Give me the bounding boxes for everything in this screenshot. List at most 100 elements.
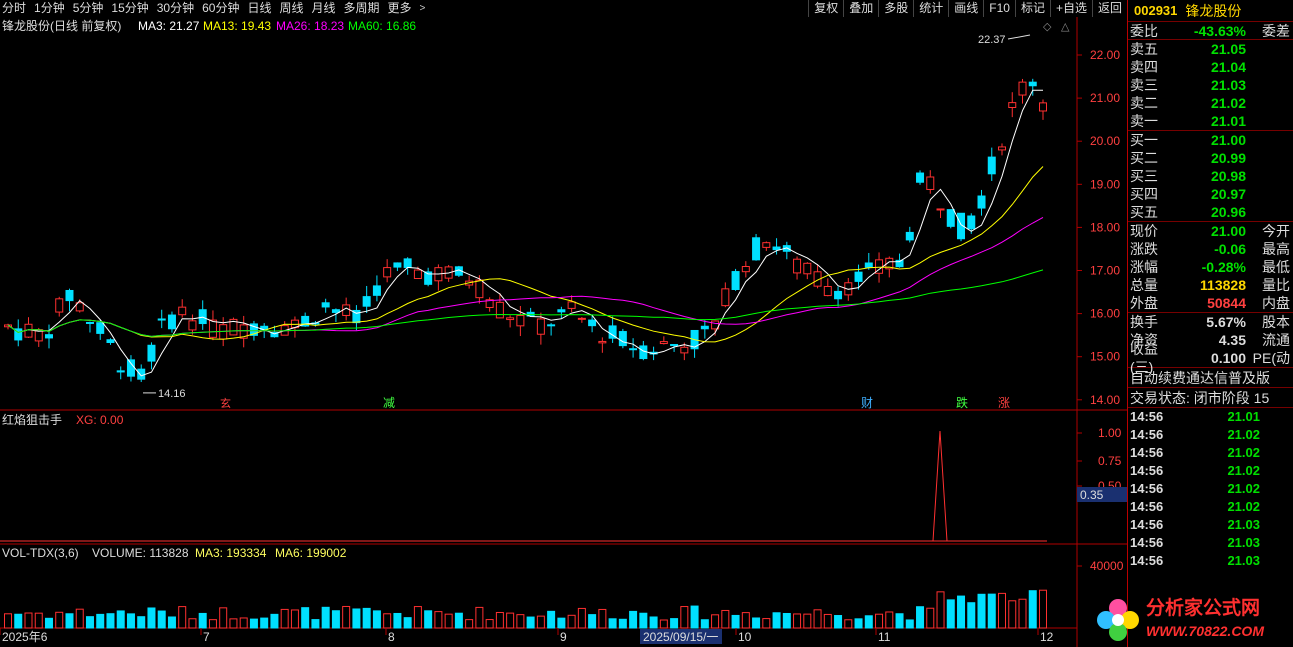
volume-bar bbox=[362, 607, 371, 629]
candle-body bbox=[1039, 102, 1047, 112]
tick-price: 21.02 bbox=[1227, 427, 1260, 442]
volume-bar bbox=[495, 611, 504, 629]
x-tick-label: 7 bbox=[203, 630, 210, 644]
volume-bar bbox=[24, 612, 33, 629]
notice-text[interactable]: 自动续费通达信普及版 bbox=[1128, 368, 1293, 388]
quote-extra-label: 最低 bbox=[1262, 259, 1290, 275]
sell-row: 卖二 21.02 bbox=[1128, 94, 1293, 112]
x-tick-label: 10 bbox=[738, 630, 752, 644]
trade-status: 交易状态: 闭市阶段 15 bbox=[1128, 388, 1293, 408]
volume-bar bbox=[926, 607, 935, 629]
order-label: 卖二 bbox=[1130, 95, 1158, 111]
volume-bar bbox=[352, 608, 361, 629]
candle-body bbox=[598, 340, 607, 344]
period-tab-2[interactable]: 5分钟 bbox=[69, 0, 108, 17]
period-tab-0[interactable]: 分时 bbox=[0, 0, 30, 17]
buy-orders: 买一 21.00 买二 20.99 买三 20.98 买四 20.97 买五 20.96 bbox=[1128, 131, 1293, 222]
period-tab-9[interactable]: 多周期 bbox=[340, 0, 384, 17]
volume-bar bbox=[1039, 589, 1047, 629]
volume-bar bbox=[14, 613, 23, 629]
volume-bar bbox=[1018, 598, 1027, 629]
kline-chart[interactable]: 锋龙股份(日线 前复权) MA3: 21.27 MA13: 19.43 MA26: 1… bbox=[0, 17, 1127, 647]
candle-body bbox=[834, 290, 843, 300]
volume-bar bbox=[249, 618, 258, 629]
ma3-line bbox=[7, 89, 1044, 377]
action-button-4[interactable]: 画线 bbox=[948, 0, 983, 17]
indicator-cursor-value: 0.35 bbox=[1080, 488, 1104, 502]
volume-bar bbox=[967, 602, 976, 629]
date-cursor-label: 2025/09/15/一 bbox=[643, 630, 718, 644]
volume-bar bbox=[208, 619, 217, 629]
weibi-label: 委比 bbox=[1130, 22, 1158, 39]
action-button-5[interactable]: F10 bbox=[983, 0, 1015, 17]
volume-value: VOLUME: 113828 bbox=[92, 546, 189, 560]
action-button-8[interactable]: 返回 bbox=[1091, 0, 1127, 17]
volume-bar bbox=[1008, 600, 1017, 629]
quote-value: 5.67% bbox=[1206, 314, 1246, 330]
volume-bar bbox=[270, 613, 279, 629]
candle-body bbox=[393, 262, 402, 268]
volume-bar bbox=[649, 616, 658, 629]
period-tab-4[interactable]: 30分钟 bbox=[153, 0, 198, 17]
sell-row: 卖一 21.01 bbox=[1128, 112, 1293, 130]
order-label: 卖三 bbox=[1130, 77, 1158, 93]
action-button-6[interactable]: 标记 bbox=[1014, 0, 1050, 17]
action-button-3[interactable]: 统计 bbox=[913, 0, 948, 17]
candle-body bbox=[547, 324, 556, 327]
quote-value: -0.28% bbox=[1201, 259, 1246, 275]
volume-bar bbox=[998, 592, 1007, 629]
indicator-tick-label: 0.75 bbox=[1098, 454, 1122, 468]
tick-price: 21.02 bbox=[1227, 499, 1260, 514]
candle-body bbox=[741, 266, 750, 273]
quote-value: -0.06 bbox=[1214, 241, 1246, 257]
tick-time: 14:56 bbox=[1130, 409, 1164, 424]
volume-bar bbox=[577, 607, 586, 629]
candle-body bbox=[1008, 102, 1017, 108]
stock-name: 锋龙股份 bbox=[1185, 2, 1242, 19]
triangle-icon: △ bbox=[1061, 21, 1070, 33]
quote-row: 涨跌 -0.06 最高 bbox=[1128, 240, 1293, 258]
candle-body bbox=[96, 322, 105, 334]
quote-stats-2: 换手 5.67% 股本 净资 4.35 流通 收益(三) 0.100 PE(动 bbox=[1128, 313, 1293, 375]
tick-time: 14:56 bbox=[1130, 463, 1164, 478]
volume-bar bbox=[188, 618, 197, 629]
more-chevron-icon[interactable]: > bbox=[416, 0, 430, 17]
volume-bar bbox=[516, 614, 525, 629]
period-tab-6[interactable]: 日线 bbox=[243, 0, 275, 17]
ma26-legend: MA26: 18.23 bbox=[276, 19, 344, 33]
candle-body bbox=[383, 267, 392, 278]
sell-orders: 卖五 21.05 卖四 21.04 卖三 21.03 卖二 21.02 卖一 21.01 bbox=[1128, 40, 1293, 131]
volume-bar bbox=[1028, 590, 1037, 629]
ma60-line bbox=[7, 269, 1044, 337]
action-button-7[interactable]: +自选 bbox=[1049, 0, 1092, 17]
order-label: 买一 bbox=[1130, 132, 1158, 148]
candle-body bbox=[137, 368, 146, 380]
candle-body bbox=[536, 318, 545, 335]
candle-body bbox=[700, 325, 709, 330]
volume-bar bbox=[311, 619, 320, 629]
candle-body bbox=[1028, 81, 1037, 87]
volume-bar bbox=[157, 610, 166, 629]
period-tab-8[interactable]: 月线 bbox=[308, 0, 340, 17]
quote-value: 0.100 bbox=[1210, 350, 1246, 366]
period-tab-7[interactable]: 周线 bbox=[275, 0, 307, 17]
event-marker-3: 涨 bbox=[998, 395, 1010, 410]
y-tick-label: 16.00 bbox=[1090, 307, 1120, 321]
action-button-1[interactable]: 叠加 bbox=[843, 0, 878, 17]
volume-bar bbox=[721, 609, 730, 629]
period-tab-1[interactable]: 1分钟 bbox=[30, 0, 69, 17]
tick-price: 21.03 bbox=[1227, 553, 1260, 568]
action-button-2[interactable]: 多股 bbox=[878, 0, 913, 17]
candle-body bbox=[577, 317, 586, 320]
period-tab-5[interactable]: 60分钟 bbox=[198, 0, 243, 17]
candle-body bbox=[721, 288, 730, 307]
candle-body bbox=[588, 319, 597, 327]
action-button-0[interactable]: 复权 bbox=[808, 0, 843, 17]
period-tab-3[interactable]: 15分钟 bbox=[107, 0, 152, 17]
period-tab-10[interactable]: 更多 bbox=[384, 0, 416, 17]
chart-area[interactable]: 锋龙股份(日线 前复权) MA3: 21.27 MA13: 19.43 MA26: 1… bbox=[0, 17, 1127, 647]
tick-price: 21.02 bbox=[1227, 445, 1260, 460]
tick-time: 14:56 bbox=[1130, 517, 1164, 532]
site-url: WWW.70822.COM bbox=[1146, 623, 1264, 639]
volume-bar bbox=[465, 619, 474, 629]
